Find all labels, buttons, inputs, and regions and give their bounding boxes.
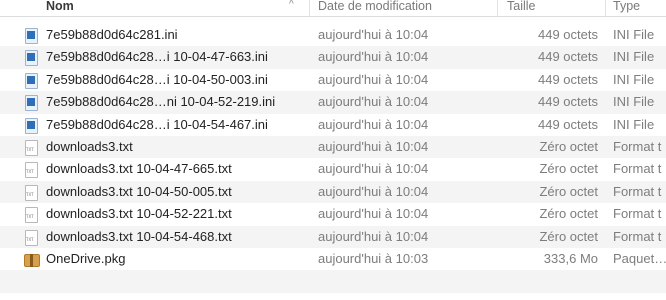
file-name: downloads3.txt 10-04-54-468.txt	[46, 228, 232, 244]
file-row[interactable]: TXT downloads3.txt 10-04-52-221.txt aujo…	[0, 203, 666, 225]
file-name: downloads3.txt 10-04-52-221.txt	[46, 206, 232, 222]
file-name: downloads3.txt 10-04-47-665.txt	[46, 161, 232, 177]
column-divider[interactable]	[309, 0, 310, 16]
file-type: INI File	[613, 27, 655, 42]
ini-file-icon	[24, 95, 38, 112]
file-date: aujourd'hui à 10:04	[318, 49, 429, 65]
file-date: aujourd'hui à 10:04	[318, 183, 429, 199]
file-size: 449 octets	[538, 27, 598, 42]
file-size: Zéro octet	[539, 161, 598, 177]
file-size: 449 octets	[538, 94, 598, 110]
file-size: 449 octets	[538, 116, 598, 132]
text-file-icon: TXT	[24, 184, 38, 201]
file-date: aujourd'hui à 10:03	[318, 250, 429, 266]
file-row[interactable]: 7e59b88d0d64c28…ni 10-04-52-219.ini aujo…	[0, 91, 666, 114]
file-date: aujourd'hui à 10:04	[318, 116, 429, 132]
file-row[interactable]: TXT downloads3.txt 10-04-47-665.txt aujo…	[0, 158, 666, 180]
file-name: 7e59b88d0d64c281.ini	[46, 27, 178, 42]
file-type: Format t	[613, 206, 662, 222]
file-row[interactable]: 7e59b88d0d64c281.ini aujourd'hui à 10:04…	[0, 24, 666, 46]
file-name: 7e59b88d0d64c28…i 10-04-50-003.ini	[46, 71, 268, 87]
file-size: 449 octets	[538, 71, 598, 87]
file-type: INI File	[613, 116, 655, 132]
column-divider[interactable]	[605, 0, 606, 16]
text-file-icon: TXT	[24, 139, 38, 156]
file-size: Zéro octet	[539, 183, 598, 199]
column-header-name[interactable]: Nom	[46, 0, 74, 14]
file-name: 7e59b88d0d64c28…i 10-04-54-467.ini	[46, 116, 268, 132]
text-file-icon: TXT	[24, 207, 38, 224]
file-type: Paquet…	[613, 250, 666, 266]
file-name: downloads3.txt 10-04-50-005.txt	[46, 183, 232, 199]
file-date: aujourd'hui à 10:04	[318, 94, 429, 110]
sort-ascending-icon[interactable]: ^	[289, 0, 299, 10]
empty-row	[0, 270, 666, 293]
file-row[interactable]: 7e59b88d0d64c28…i 10-04-54-467.ini aujou…	[0, 114, 666, 136]
file-name: downloads3.txt	[46, 138, 133, 154]
file-row[interactable]: OneDrive.pkg aujourd'hui à 10:03 333,6 M…	[0, 248, 666, 270]
file-type: Format t	[613, 161, 662, 177]
file-date: aujourd'hui à 10:04	[318, 206, 429, 222]
text-file-icon: TXT	[24, 229, 38, 246]
text-file-icon: TXT	[24, 162, 38, 179]
column-header-type[interactable]: Type	[613, 0, 640, 14]
ini-file-icon	[24, 28, 38, 44]
file-size: 449 octets	[538, 49, 598, 65]
file-size: Zéro octet	[539, 138, 598, 154]
file-type: INI File	[613, 71, 655, 87]
package-icon	[24, 252, 40, 267]
file-name: 7e59b88d0d64c28…ni 10-04-52-219.ini	[46, 94, 276, 110]
column-divider[interactable]	[497, 0, 498, 16]
file-row[interactable]: 7e59b88d0d64c28…i 10-04-50-003.ini aujou…	[0, 69, 666, 91]
file-date: aujourd'hui à 10:04	[318, 27, 429, 42]
ini-file-icon	[24, 50, 38, 67]
file-date: aujourd'hui à 10:04	[318, 138, 429, 154]
file-name: OneDrive.pkg	[46, 250, 126, 266]
file-row[interactable]: TXT downloads3.txt 10-04-50-005.txt aujo…	[0, 180, 666, 204]
file-name: 7e59b88d0d64c28…i 10-04-47-663.ini	[46, 49, 268, 65]
ini-file-icon	[24, 117, 38, 134]
file-row[interactable]: TXT downloads3.txt 10-04-54-468.txt aujo…	[0, 225, 666, 248]
file-size: Zéro octet	[539, 228, 598, 244]
file-row[interactable]: 7e59b88d0d64c28…i 10-04-47-663.ini aujou…	[0, 46, 666, 69]
file-list: 7e59b88d0d64c281.ini aujourd'hui à 10:04…	[0, 24, 666, 293]
file-size: 333,6 Mo	[543, 250, 598, 266]
file-date: aujourd'hui à 10:04	[318, 161, 429, 177]
file-type: Format t	[613, 228, 662, 244]
ini-file-icon	[24, 72, 38, 89]
file-type: INI File	[613, 94, 655, 110]
file-type: Format t	[613, 138, 662, 154]
file-date: aujourd'hui à 10:04	[318, 71, 429, 87]
file-row[interactable]: TXT downloads3.txt aujourd'hui à 10:04 Z…	[0, 135, 666, 159]
file-type: INI File	[613, 49, 655, 65]
file-size: Zéro octet	[539, 206, 598, 222]
column-header-bar: Nom ^ Date de modification Taille Type	[0, 0, 666, 17]
file-date: aujourd'hui à 10:04	[318, 228, 429, 244]
file-type: Format t	[613, 183, 662, 199]
column-header-size[interactable]: Taille	[507, 0, 536, 14]
column-header-date[interactable]: Date de modification	[318, 0, 432, 14]
